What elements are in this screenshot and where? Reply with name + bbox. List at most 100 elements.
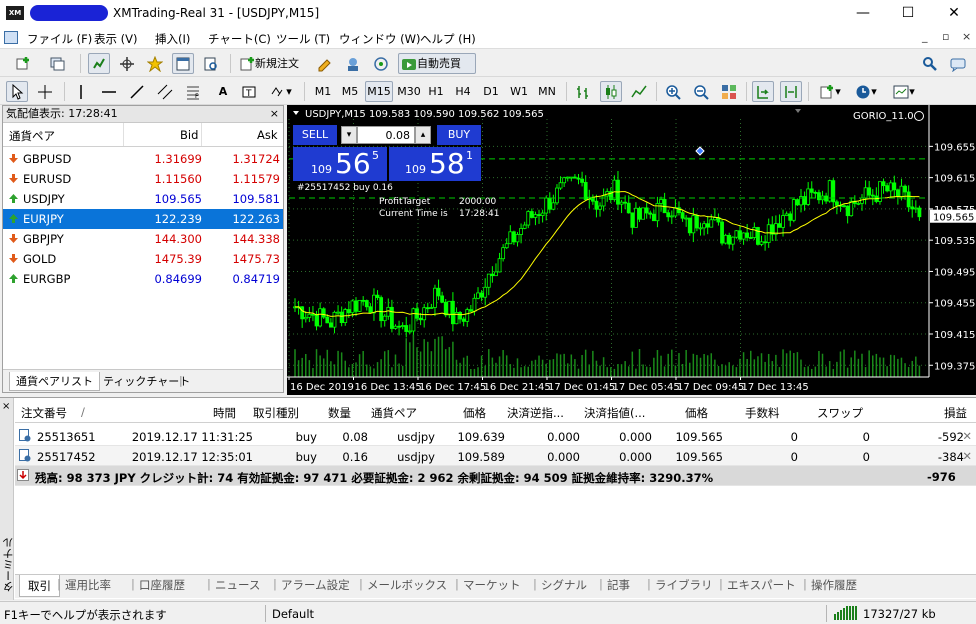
terminal-tab[interactable]: シグナル: [541, 577, 587, 593]
close-order-icon[interactable]: ✕: [962, 429, 972, 443]
terminal-tab[interactable]: 口座履歴: [139, 577, 185, 593]
vertical-line-icon[interactable]: [70, 81, 92, 102]
terminal-tab[interactable]: マーケット: [463, 577, 521, 593]
terminal-tab[interactable]: 取引: [19, 575, 60, 597]
close-window-button[interactable]: ✕: [934, 2, 974, 24]
terminal-tab[interactable]: メールボックス: [367, 577, 447, 593]
auto-trading-button[interactable]: 自動売買: [398, 53, 476, 74]
sell-price-box[interactable]: 109 56 5: [293, 147, 387, 181]
maximize-button[interactable]: ☐: [888, 2, 928, 24]
terminal-tab[interactable]: アラーム設定: [281, 577, 350, 593]
community-icon[interactable]: [342, 53, 364, 74]
col-profit[interactable]: 損益: [944, 405, 967, 421]
periods-clock-icon[interactable]: ▾: [850, 81, 882, 102]
tab-symbol-list[interactable]: 通貨ペアリスト: [9, 372, 100, 391]
terminal-toggle-icon[interactable]: [172, 53, 194, 74]
col-commission[interactable]: 手数料: [745, 405, 780, 421]
timeframe-h4[interactable]: H4: [452, 81, 474, 102]
navigator-icon[interactable]: [144, 53, 166, 74]
terminal-close-button[interactable]: ×: [2, 401, 10, 412]
menu-file[interactable]: ファイル (F): [27, 31, 92, 47]
col-time[interactable]: 時間: [213, 405, 236, 421]
menu-chart[interactable]: チャート(C): [208, 31, 271, 47]
close-order-icon[interactable]: ✕: [962, 449, 972, 463]
menu-insert[interactable]: 挿入(I): [155, 31, 190, 47]
buy-price-box[interactable]: 109 58 1: [389, 147, 481, 181]
terminal-tab[interactable]: 操作履歴: [811, 577, 857, 593]
timeframe-w1[interactable]: W1: [507, 81, 531, 102]
timeframe-m30[interactable]: M30: [395, 81, 423, 102]
market-watch-close-button[interactable]: ×: [270, 106, 279, 122]
templates-icon[interactable]: ▾: [888, 81, 920, 102]
col-swap[interactable]: スワップ: [817, 405, 863, 421]
col-bid[interactable]: Bid: [180, 128, 198, 142]
timeframe-mn[interactable]: MN: [534, 81, 560, 102]
new-chart-icon[interactable]: [8, 53, 38, 74]
lot-increase-button[interactable]: ▴: [415, 126, 431, 144]
timeframe-m1[interactable]: M1: [310, 81, 336, 102]
candlestick-chart-icon[interactable]: [600, 81, 622, 102]
lot-decrease-button[interactable]: ▾: [341, 126, 357, 144]
cursor-icon[interactable]: [6, 81, 28, 102]
buy-button[interactable]: BUY: [437, 125, 481, 145]
price-chart[interactable]: 109.655109.615109.575109.535109.495109.4…: [287, 105, 976, 395]
menu-window[interactable]: ウィンドウ (W): [339, 31, 421, 47]
chart-shift-icon[interactable]: [780, 81, 802, 102]
minimize-button[interactable]: —: [843, 2, 883, 24]
col-sl[interactable]: 決済逆指...: [507, 405, 564, 421]
col-symbol[interactable]: 通貨ペア: [371, 405, 417, 421]
data-window-icon[interactable]: [116, 53, 138, 74]
chat-icon[interactable]: [948, 53, 968, 74]
order-row[interactable]: 25517452 2019.12.17 12:35:01 buy 0.16 usdjpy…: [15, 446, 976, 466]
fibonacci-icon[interactable]: F: [182, 81, 204, 102]
text-label-icon[interactable]: T: [238, 81, 260, 102]
search-icon[interactable]: [920, 53, 940, 74]
strategy-tester-icon[interactable]: [200, 53, 222, 74]
terminal-tab[interactable]: エキスパート: [727, 577, 796, 593]
signals-icon[interactable]: [370, 53, 392, 74]
timeframe-h1[interactable]: H1: [425, 81, 447, 102]
zoom-in-icon[interactable]: [662, 81, 684, 102]
child-minimize-button[interactable]: _: [922, 30, 928, 43]
terminal-tab[interactable]: ニュース: [215, 577, 260, 593]
tile-windows-icon[interactable]: [718, 81, 740, 102]
market-watch-row[interactable]: GBPUSD 1.31699 1.31724: [3, 149, 283, 169]
horizontal-line-icon[interactable]: [98, 81, 120, 102]
col-ticket[interactable]: 注文番号: [21, 405, 67, 421]
equidistant-channel-icon[interactable]: [154, 81, 176, 102]
timeframe-m5[interactable]: M5: [337, 81, 363, 102]
market-watch-toggle-icon[interactable]: [88, 53, 110, 74]
col-current-price[interactable]: 価格: [685, 405, 708, 421]
market-watch-row[interactable]: EURUSD 1.11560 1.11579: [3, 169, 283, 189]
order-row[interactable]: 25513651 2019.12.17 11:31:25 buy 0.08 usdjpy…: [15, 426, 976, 446]
new-order-button[interactable]: 新規注文: [236, 53, 308, 74]
market-watch-row[interactable]: EURJPY 122.239 122.263: [3, 209, 283, 229]
market-watch-row[interactable]: GBPJPY 144.300 144.338: [3, 229, 283, 249]
menu-tools[interactable]: ツール (T): [276, 31, 330, 47]
child-restore-button[interactable]: ▫: [942, 30, 949, 43]
col-type[interactable]: 取引種別: [253, 405, 299, 421]
crosshair-icon[interactable]: [34, 81, 56, 102]
profiles-icon[interactable]: [42, 53, 72, 74]
meta-editor-icon[interactable]: [314, 53, 336, 74]
line-chart-icon[interactable]: [628, 81, 650, 102]
market-watch-row[interactable]: USDJPY 109.565 109.581: [3, 189, 283, 209]
col-symbol[interactable]: 通貨ペア: [9, 128, 55, 144]
lot-size-input[interactable]: [357, 126, 415, 144]
col-size[interactable]: 数量: [328, 405, 351, 421]
auto-scroll-icon[interactable]: [752, 81, 774, 102]
market-watch-row[interactable]: EURGBP 0.84699 0.84719: [3, 269, 283, 289]
zoom-out-icon[interactable]: [690, 81, 712, 102]
col-tp[interactable]: 決済指値(...: [584, 405, 645, 421]
arrows-dropdown-icon[interactable]: ▾: [266, 81, 296, 102]
market-watch-row[interactable]: GOLD 1475.39 1475.73: [3, 249, 283, 269]
sell-button[interactable]: SELL: [293, 125, 337, 145]
col-ask[interactable]: Ask: [257, 128, 278, 142]
terminal-tab[interactable]: 運用比率: [65, 577, 111, 593]
child-close-button[interactable]: ×: [962, 30, 971, 43]
menu-view[interactable]: 表示 (V): [94, 31, 138, 47]
app-document-icon[interactable]: [4, 31, 18, 44]
timeframe-d1[interactable]: D1: [480, 81, 502, 102]
bar-chart-icon[interactable]: [572, 81, 594, 102]
terminal-tab[interactable]: 記事: [607, 577, 630, 593]
